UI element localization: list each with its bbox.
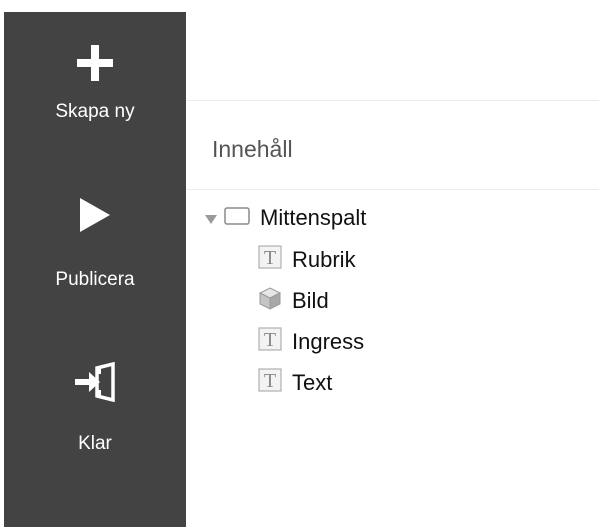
content-panel-header: Innehåll [186,101,599,190]
panel-title: Innehåll [212,136,293,162]
app-window: Skapa ny Publicera Klar Innehåll Mittens… [0,0,599,527]
tree-node-bild[interactable]: Bild [258,281,329,321]
done-button[interactable]: Klar [4,361,186,455]
tree-node-mittenspalt[interactable]: Mittenspalt [204,198,366,238]
text-icon: T [258,327,282,357]
exit-door-icon [4,361,186,407]
plus-icon [4,42,186,89]
text-icon: T [258,245,282,275]
tree-node-label: Text [292,370,333,395]
cube-image-icon [258,286,282,316]
tree-node-text[interactable]: T Text [258,363,332,403]
done-label: Klar [78,433,112,454]
create-new-button[interactable]: Skapa ny [4,42,186,123]
svg-text:T: T [264,247,276,269]
publish-label: Publicera [55,269,135,290]
content-tree: Mittenspalt T Rubrik Bild T Ingress T Te… [186,190,599,527]
text-icon: T [258,368,282,398]
svg-text:T: T [264,329,276,351]
tree-node-ingress[interactable]: T Ingress [258,322,364,362]
tree-node-label: Rubrik [292,247,356,272]
tree-node-label: Ingress [292,329,365,354]
container-box-icon [224,205,250,231]
tree-node-rubrik[interactable]: T Rubrik [258,240,356,280]
play-icon [4,196,186,239]
publish-button[interactable]: Publicera [4,196,186,291]
svg-text:T: T [264,370,276,392]
action-sidebar: Skapa ny Publicera Klar [4,12,186,527]
expand-triangle-icon[interactable] [204,205,218,231]
top-toolbar [186,0,599,101]
tree-node-label: Mittenspalt [260,205,367,230]
create-new-label: Skapa ny [55,101,135,122]
tree-node-label: Bild [292,288,329,313]
